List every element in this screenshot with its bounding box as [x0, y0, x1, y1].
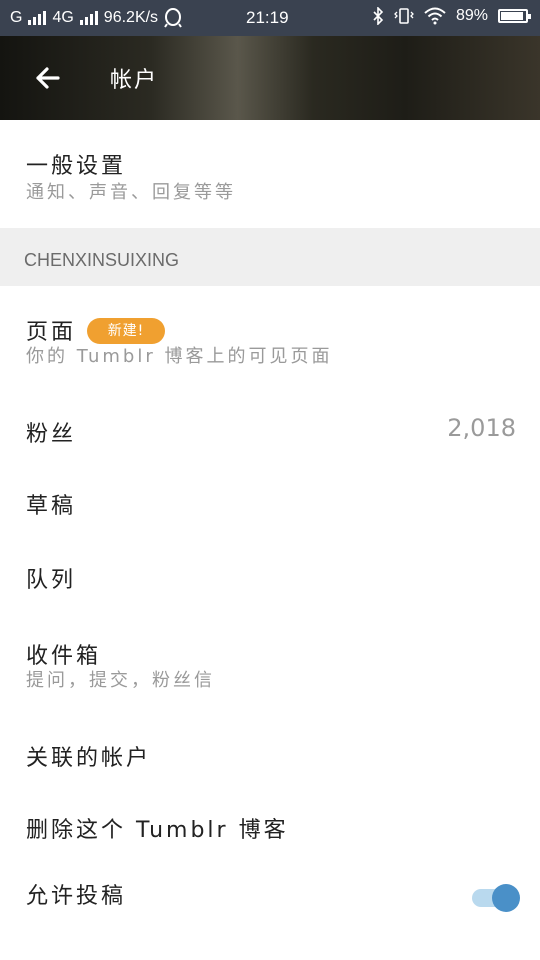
followers-title: 粉丝 [26, 422, 77, 447]
general-settings-subtitle: 通知、声音、回复等等 [26, 182, 236, 203]
linked-accounts-title: 关联的帐户 [26, 746, 152, 771]
blog-section-header: CHENXINSUIXING [0, 228, 540, 286]
linked-accounts-item[interactable]: 关联的帐户 [0, 720, 540, 794]
qq-icon [164, 8, 182, 28]
battery-percent: 89% [455, 7, 488, 24]
signal-icon-2 [79, 11, 98, 25]
battery-icon [498, 9, 531, 23]
general-settings-title: 一般设置 [26, 154, 127, 179]
inbox-item[interactable]: 收件箱 提问，提交，粉丝信 [0, 616, 540, 720]
wifi-icon [424, 7, 446, 25]
general-settings-item[interactable]: 一般设置 通知、声音、回复等等 [0, 120, 540, 228]
delete-blog-item[interactable]: 删除这个 Tumblr 博客 [0, 794, 540, 864]
inbox-subtitle: 提问，提交，粉丝信 [26, 670, 215, 691]
app-header: 帐户 [0, 36, 540, 120]
queue-title: 队列 [26, 568, 77, 593]
allow-submissions-toggle[interactable] [472, 882, 520, 912]
signal-icon [28, 11, 47, 25]
pages-item[interactable]: 页面 你的 Tumblr 博客上的可见页面 [0, 286, 540, 390]
allow-submissions-title: 允许投稿 [26, 884, 127, 909]
blog-name: CHENXINSUIXING [24, 250, 180, 270]
back-arrow-icon[interactable] [30, 60, 66, 96]
bluetooth-icon [373, 7, 384, 25]
drafts-title: 草稿 [26, 494, 77, 519]
new-badge: 新建! [87, 318, 165, 344]
drafts-item[interactable]: 草稿 [0, 468, 540, 540]
network-type-label: 4G [52, 9, 74, 26]
queue-item[interactable]: 队列 [0, 540, 540, 616]
vibrate-icon [394, 8, 414, 24]
delete-blog-title: 删除这个 Tumblr 博客 [26, 818, 289, 843]
carrier-label: G [10, 9, 23, 26]
page-title: 帐户 [110, 68, 159, 93]
clock: 21:19 [246, 8, 289, 27]
net-speed: 96.2K/s [103, 9, 159, 26]
pages-subtitle: 你的 Tumblr 博客上的可见页面 [26, 346, 333, 367]
followers-count: 2,018 [447, 414, 516, 442]
allow-submissions-item[interactable]: 允许投稿 [0, 864, 540, 934]
status-bar: G 4G 96.2K/s 21:19 89% [0, 0, 540, 36]
